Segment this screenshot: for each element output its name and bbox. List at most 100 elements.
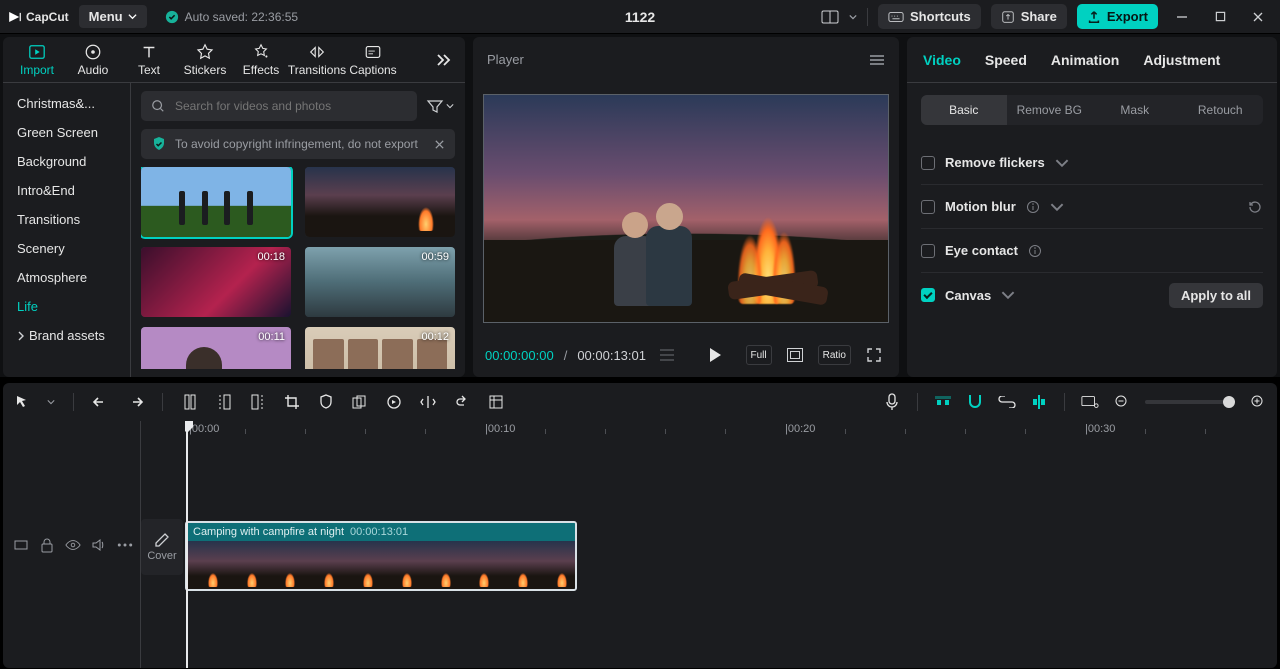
ratio-button[interactable]: Ratio xyxy=(818,345,851,365)
shortcuts-button[interactable]: Shortcuts xyxy=(878,4,981,29)
record-voiceover-button[interactable] xyxy=(883,393,901,411)
timeline-body[interactable]: |00:00 |00:10 |00:20 |00:30 Camping with… xyxy=(185,421,1277,668)
mic-icon xyxy=(885,393,899,411)
preview-axis-button[interactable] xyxy=(1030,393,1048,411)
tab-animation[interactable]: Animation xyxy=(1051,52,1119,68)
selection-tool[interactable] xyxy=(13,393,31,411)
crop-button[interactable] xyxy=(283,393,301,411)
redo-button[interactable] xyxy=(126,393,144,411)
filter-button[interactable] xyxy=(425,91,455,121)
timeline-clip[interactable]: Camping with campfire at night 00:00:13:… xyxy=(185,521,577,591)
tab-captions[interactable]: Captions xyxy=(345,37,401,83)
category-item[interactable]: Christmas&... xyxy=(3,89,130,118)
more-icon[interactable] xyxy=(117,537,133,553)
list-view-button[interactable] xyxy=(656,342,678,368)
mute-icon[interactable] xyxy=(91,537,107,553)
reset-icon[interactable] xyxy=(1247,199,1263,215)
eye-icon[interactable] xyxy=(65,537,81,553)
magnet-main-button[interactable] xyxy=(934,393,952,411)
collapse-icon[interactable] xyxy=(13,537,29,553)
checkbox-motion-blur[interactable] xyxy=(921,200,935,214)
zoom-out-button[interactable] xyxy=(1113,393,1131,411)
info-icon[interactable] xyxy=(1028,244,1042,258)
share-button[interactable]: Share xyxy=(991,4,1067,29)
prop-motion-blur: Motion blur xyxy=(921,185,1263,229)
category-item[interactable]: Atmosphere xyxy=(3,263,130,292)
subtab-retouch[interactable]: Retouch xyxy=(1178,95,1264,125)
magnet-snap-button[interactable] xyxy=(966,393,984,411)
link-button[interactable] xyxy=(998,393,1016,411)
chevron-down-icon[interactable] xyxy=(849,13,857,21)
zoom-in-button[interactable] xyxy=(1249,393,1267,411)
chevron-down-icon[interactable] xyxy=(47,398,55,406)
media-thumb[interactable]: 00:12 xyxy=(305,327,455,369)
tab-effects[interactable]: Effects xyxy=(233,37,289,83)
tab-stickers[interactable]: Stickers xyxy=(177,37,233,83)
reverse-button[interactable] xyxy=(385,393,403,411)
media-thumb[interactable]: 00:18 xyxy=(141,247,291,317)
tab-video[interactable]: Video xyxy=(923,52,961,68)
chevron-down-icon[interactable] xyxy=(1001,288,1015,302)
info-icon[interactable] xyxy=(1026,200,1040,214)
media-thumb[interactable]: 00:59 xyxy=(305,247,455,317)
crop2-button[interactable] xyxy=(487,393,505,411)
tab-import[interactable]: Import xyxy=(9,37,65,83)
menu-button[interactable]: Menu xyxy=(79,5,147,28)
subtab-basic[interactable]: Basic xyxy=(921,95,1007,125)
subtab-removebg[interactable]: Remove BG xyxy=(1007,95,1093,125)
tab-adjustment[interactable]: Adjustment xyxy=(1143,52,1220,68)
trim-left-button[interactable] xyxy=(215,393,233,411)
category-item[interactable]: Green Screen xyxy=(3,118,130,147)
chevron-right-icon xyxy=(17,331,25,341)
export-button[interactable]: Export xyxy=(1077,4,1158,29)
tab-audio[interactable]: Audio xyxy=(65,37,121,83)
search-input-wrap[interactable] xyxy=(141,91,417,121)
apply-to-all-button[interactable]: Apply to all xyxy=(1169,283,1263,308)
expand-tabs-button[interactable] xyxy=(429,53,459,67)
player-menu-button[interactable] xyxy=(869,54,885,66)
maximize-button[interactable] xyxy=(1206,3,1234,31)
trim-right-button[interactable] xyxy=(249,393,267,411)
tab-transitions[interactable]: Transitions xyxy=(289,37,345,83)
category-item[interactable]: Scenery xyxy=(3,234,130,263)
media-thumb[interactable] xyxy=(141,167,291,237)
fullscreen-button[interactable] xyxy=(861,342,887,368)
media-thumb[interactable] xyxy=(305,167,455,237)
split-button[interactable] xyxy=(181,393,199,411)
tab-speed[interactable]: Speed xyxy=(985,52,1027,68)
category-item[interactable]: Transitions xyxy=(3,205,130,234)
search-icon xyxy=(151,99,165,113)
play-button[interactable] xyxy=(704,342,726,368)
close-button[interactable] xyxy=(1244,3,1272,31)
play-icon xyxy=(708,347,722,363)
preview-render-button[interactable] xyxy=(1081,393,1099,411)
layout-icon[interactable] xyxy=(821,8,839,26)
minimize-button[interactable] xyxy=(1168,3,1196,31)
timeline-ruler[interactable]: |00:00 |00:10 |00:20 |00:30 xyxy=(185,421,1277,441)
duplicate-button[interactable] xyxy=(351,393,369,411)
marker-button[interactable] xyxy=(317,393,335,411)
category-brand-assets[interactable]: Brand assets xyxy=(3,321,130,350)
undo-button[interactable] xyxy=(92,393,110,411)
video-preview[interactable] xyxy=(483,94,889,323)
chevron-down-icon[interactable] xyxy=(1055,156,1069,170)
chevron-down-icon[interactable] xyxy=(1050,200,1064,214)
cover-button[interactable]: Cover xyxy=(141,519,183,575)
checkbox-remove-flickers[interactable] xyxy=(921,156,935,170)
full-button[interactable]: Full xyxy=(746,345,772,365)
subtab-mask[interactable]: Mask xyxy=(1092,95,1178,125)
category-item[interactable]: Intro&End xyxy=(3,176,130,205)
checkbox-eye-contact[interactable] xyxy=(921,244,935,258)
rotate-button[interactable] xyxy=(453,393,471,411)
mirror-button[interactable] xyxy=(419,393,437,411)
lock-icon[interactable] xyxy=(39,537,55,553)
tab-text[interactable]: Text xyxy=(121,37,177,83)
close-icon[interactable] xyxy=(434,139,445,150)
category-item[interactable]: Life xyxy=(3,292,130,321)
zoom-slider[interactable] xyxy=(1145,400,1235,404)
checkbox-canvas[interactable] xyxy=(921,288,935,302)
category-item[interactable]: Background xyxy=(3,147,130,176)
search-input[interactable] xyxy=(173,98,407,114)
safezone-button[interactable] xyxy=(782,342,808,368)
media-thumb[interactable]: 00:11 xyxy=(141,327,291,369)
